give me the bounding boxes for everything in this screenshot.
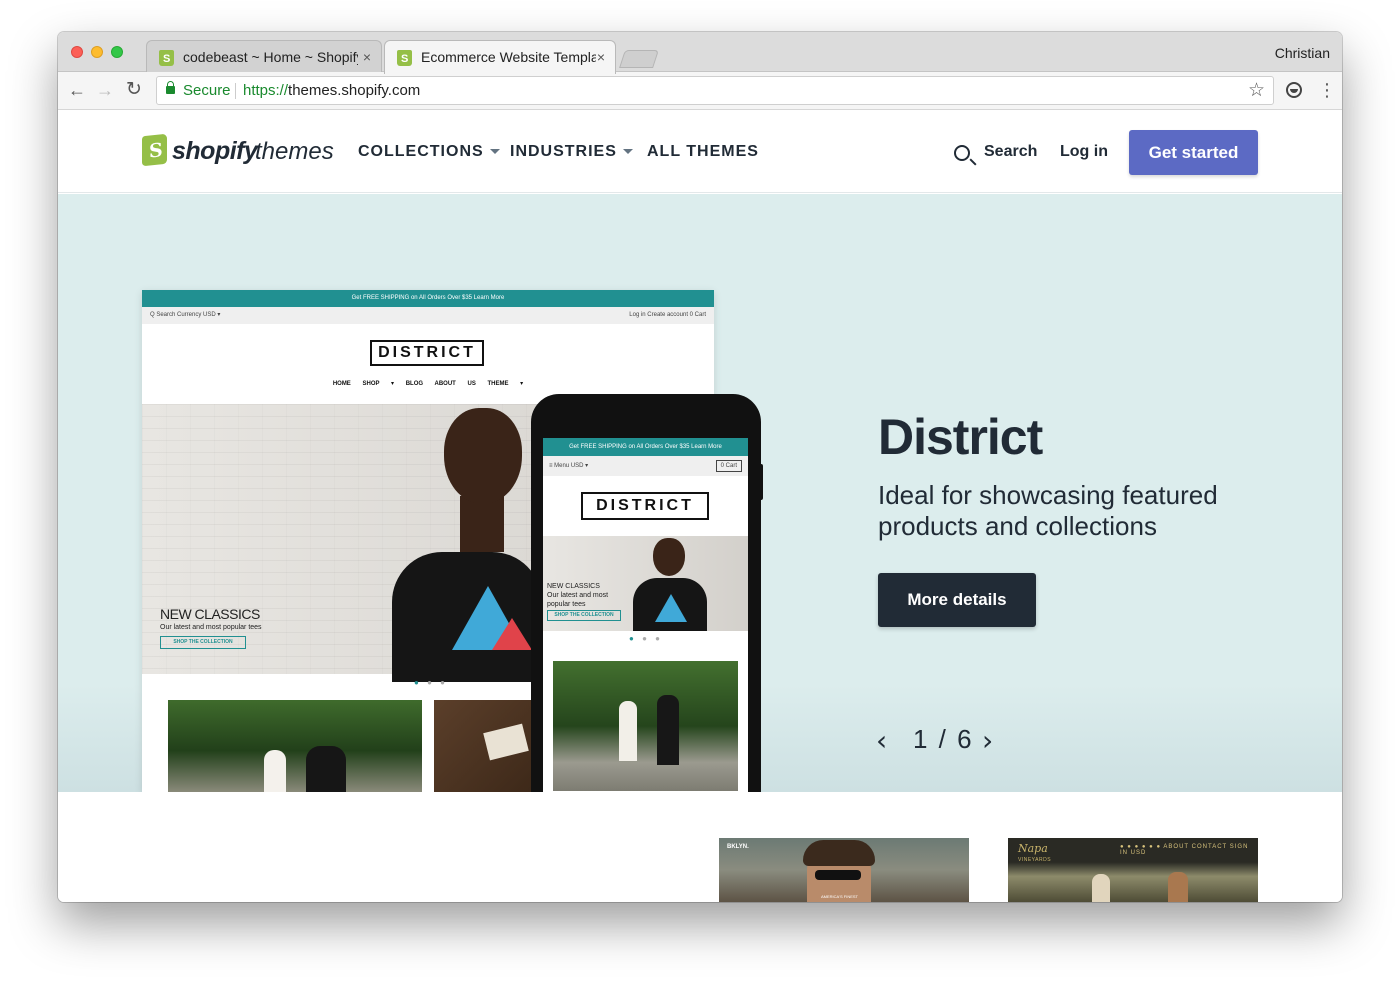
logo-suffix: themes (255, 138, 334, 165)
mobile-shop-button: SHOP THE COLLECTION (547, 610, 621, 621)
theme-thumbnail-brooklyn[interactable]: BKLYN. AMERICA'S FINEST (719, 838, 969, 902)
shopify-favicon-icon (159, 43, 174, 73)
preview-shop-button: SHOP THE COLLECTION (160, 636, 246, 649)
tab-close-icon[interactable]: × (597, 41, 605, 73)
url-divider (235, 83, 236, 99)
more-details-button[interactable]: More details (878, 573, 1036, 627)
nav-label: ALL THEMES (647, 143, 759, 160)
shopify-bag-icon (142, 133, 167, 167)
thumbnail-brand: Napa (1018, 842, 1048, 855)
model-neck (460, 496, 504, 552)
shopify-favicon-icon (397, 43, 412, 74)
preview-slider-dots: ● ● ● (414, 678, 448, 687)
forward-arrow-icon[interactable]: → (96, 80, 114, 100)
url-host: themes.shopify.com (288, 82, 421, 99)
preview-topbar: Q Search Currency USD ▾ Log in Create ac… (142, 307, 714, 324)
preview-announcement-bar: Get FREE SHIPPING on All Orders Over $35… (142, 290, 714, 307)
secure-label: Secure (183, 82, 231, 99)
chevron-right-icon[interactable]: › (982, 726, 993, 756)
mobile-slide-subtitle-1: Our latest and most (547, 592, 609, 599)
chevron-down-icon (622, 149, 633, 155)
kebab-menu-icon[interactable]: ⋮ (1318, 81, 1336, 99)
mobile-cart: 0 Cart (715, 460, 742, 472)
web-page: shopify themes COLLECTIONS INDUSTRIES AL… (58, 111, 1342, 902)
preview-district-logo: DISTRICT (370, 340, 484, 366)
mobile-topbar-left: ≡ Menu USD ▾ (549, 463, 589, 469)
thumbnail-tagline: AMERICA'S FINEST (821, 894, 858, 899)
thumbnail-brand: BKLYN. (727, 844, 749, 850)
browser-window: codebeast ~ Home ~ Shopify × Ecommerce W… (58, 32, 1342, 902)
hero-section: Get FREE SHIPPING on All Orders Over $35… (58, 194, 1342, 792)
close-window-button[interactable] (71, 46, 83, 58)
mobile-slider-dots: ● ● ● (629, 634, 663, 643)
bookmark-star-icon[interactable]: ☆ (1248, 79, 1265, 102)
nav-collections[interactable]: COLLECTIONS (358, 143, 500, 161)
triangle-print-icon (655, 594, 687, 622)
minimize-window-button[interactable] (91, 46, 103, 58)
chevron-left-icon[interactable]: ‹ (876, 726, 887, 756)
tab-title: codebeast ~ Home ~ Shopify (183, 49, 358, 65)
mobile-topbar: ≡ Menu USD ▾ 0 Cart (543, 456, 748, 476)
thumbnail-person (1168, 872, 1188, 902)
thumbnail-person (1092, 874, 1110, 902)
reload-icon[interactable]: ↻ (126, 80, 142, 100)
preview-slide-subtitle: Our latest and most popular tees (160, 624, 262, 631)
phone-side-button (758, 464, 763, 500)
preview-forest-photo (168, 700, 422, 792)
address-bar[interactable]: Secure https://themes.shopify.com ☆ (156, 76, 1274, 105)
tab-close-icon[interactable]: × (363, 41, 371, 73)
mobile-hero-image: NEW CLASSICS Our latest and most popular… (543, 536, 748, 631)
get-started-button[interactable]: Get started (1129, 130, 1258, 175)
profile-name[interactable]: Christian (1275, 45, 1330, 61)
nav-label: COLLECTIONS (358, 143, 484, 160)
mobile-announcement-bar: Get FREE SHIPPING on All Orders Over $35… (543, 438, 748, 456)
search-link[interactable]: Search (984, 143, 1037, 161)
phone-screen: Get FREE SHIPPING on All Orders Over $35… (543, 438, 748, 792)
login-link[interactable]: Log in (1060, 143, 1108, 161)
preview-menu: HOME SHOP ▾ BLOG ABOUT US THEME ▾ (332, 381, 524, 387)
mobile-slide-subtitle-2: popular tees (547, 601, 586, 608)
model-hair (803, 840, 875, 866)
nav-all-themes[interactable]: ALL THEMES (647, 143, 759, 161)
url-text[interactable]: https://themes.shopify.com (243, 82, 420, 99)
triangle-print-accent (492, 618, 532, 650)
theme-description: Ideal for showcasing featured products a… (878, 480, 1218, 541)
thumbnail-brand-sub: VINEYARDS (1018, 857, 1052, 863)
chevron-down-icon (489, 149, 500, 155)
logo-wordmark: shopify (172, 137, 258, 165)
theme-thumbnail-napa[interactable]: Napa VINEYARDS ● ● ● ● ● ● ABOUT CONTACT… (1008, 838, 1258, 902)
tab-ecommerce-template[interactable]: Ecommerce Website Template × (384, 40, 616, 74)
tab-codebeast[interactable]: codebeast ~ Home ~ Shopify × (146, 40, 382, 73)
mobile-district-logo: DISTRICT (581, 492, 709, 520)
theme-mobile-preview[interactable]: Get FREE SHIPPING on All Orders Over $35… (531, 394, 761, 792)
preview-topbar-right: Log in Create account 0 Cart (629, 312, 706, 318)
site-header: shopify themes COLLECTIONS INDUSTRIES AL… (58, 111, 1342, 193)
tab-bar: codebeast ~ Home ~ Shopify × Ecommerce W… (58, 32, 1342, 74)
model-head (653, 538, 685, 576)
mobile-slide-text: NEW CLASSICS Our latest and most popular… (547, 582, 608, 609)
slide-counter: 1 / 6 (913, 724, 974, 754)
preview-topbar-left: Q Search Currency USD ▾ (150, 312, 221, 318)
extension-icon[interactable] (1286, 82, 1302, 98)
preview-slide-title: NEW CLASSICS (160, 606, 260, 622)
search-icon[interactable] (954, 145, 970, 161)
theme-title: District (878, 409, 1043, 465)
url-protocol: https:// (243, 82, 289, 99)
tab-title: Ecommerce Website Template (421, 49, 596, 65)
mobile-forest-photo (553, 661, 738, 791)
model-head (444, 408, 522, 504)
mobile-slide-title: NEW CLASSICS (547, 583, 600, 590)
new-tab-button[interactable] (619, 50, 659, 68)
back-arrow-icon[interactable]: ← (68, 80, 86, 100)
nav-label: INDUSTRIES (510, 143, 617, 160)
browser-toolbar: ← → ↻ Secure https://themes.shopify.com … (58, 72, 1342, 110)
nav-industries[interactable]: INDUSTRIES (510, 143, 633, 161)
thumbnail-nav: ● ● ● ● ● ● ABOUT CONTACT SIGN IN USD (1120, 844, 1249, 856)
sunglasses-icon (815, 870, 861, 880)
lock-icon (166, 81, 175, 94)
zoom-window-button[interactable] (111, 46, 123, 58)
